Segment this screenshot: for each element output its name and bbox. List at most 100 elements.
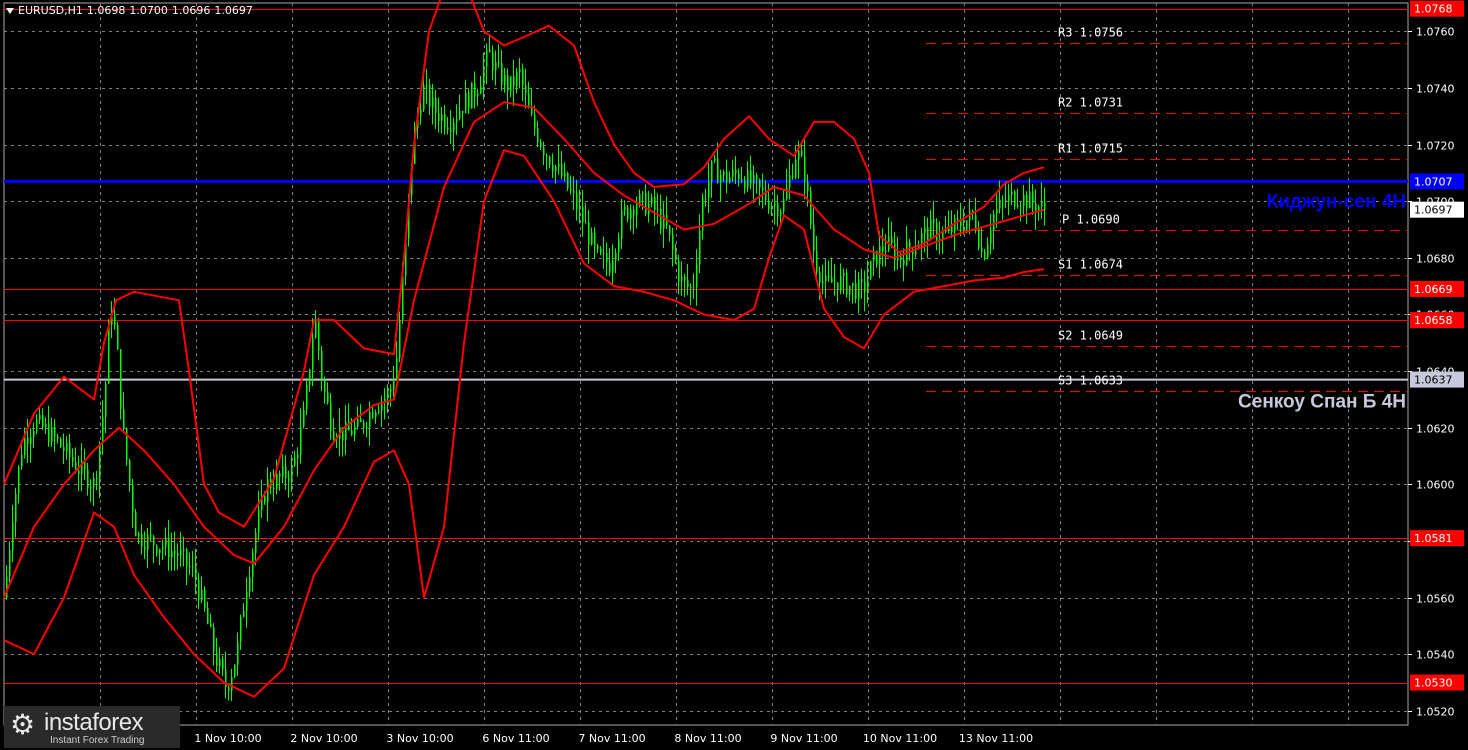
candle-body xyxy=(21,454,23,467)
candle-body xyxy=(255,532,257,553)
candle-body xyxy=(393,378,395,390)
candle-body xyxy=(801,150,803,156)
candle-body xyxy=(210,623,212,627)
candle-body xyxy=(579,207,581,210)
candle-body xyxy=(870,261,872,280)
candle-body xyxy=(480,85,482,94)
candle-body xyxy=(621,209,623,239)
candle-body xyxy=(924,227,926,234)
candle-body xyxy=(723,171,725,176)
candle-body xyxy=(921,233,923,245)
candle-body xyxy=(366,427,368,429)
candle-body xyxy=(741,179,743,181)
candle-body xyxy=(324,380,326,393)
candle-body xyxy=(102,417,104,444)
candle-body xyxy=(879,245,881,265)
candle-body xyxy=(576,192,578,210)
candle-body xyxy=(735,169,737,174)
candle-body xyxy=(156,545,158,554)
candle-body xyxy=(627,207,629,219)
candle-body xyxy=(174,550,176,554)
candle-body xyxy=(957,218,959,220)
candle-body xyxy=(675,249,677,261)
candle-body xyxy=(429,84,431,108)
candle-body xyxy=(984,251,986,259)
candle-body xyxy=(885,250,887,252)
candle-body xyxy=(633,209,635,216)
candle-body xyxy=(624,207,626,210)
time-label: 1 Nov 10:00 xyxy=(194,732,261,745)
candle-body xyxy=(1002,199,1004,201)
candle-body xyxy=(72,457,74,463)
candle-body xyxy=(927,227,929,241)
candle-body xyxy=(99,443,101,479)
candle-body xyxy=(714,158,716,161)
time-label: 9 Nov 11:00 xyxy=(770,732,837,745)
candle-body xyxy=(993,213,995,231)
candle-body xyxy=(561,163,563,177)
candle-body xyxy=(555,166,557,172)
candle-body xyxy=(114,315,116,325)
candle-body xyxy=(603,252,605,254)
candle-body xyxy=(1014,191,1016,207)
candle-body xyxy=(615,252,617,261)
candle-body xyxy=(816,251,818,272)
candle-body xyxy=(144,546,146,550)
candle-body xyxy=(516,72,518,87)
candle-body xyxy=(18,466,20,494)
candle-body xyxy=(327,392,329,403)
candle-body xyxy=(792,175,794,178)
candle-body xyxy=(807,181,809,192)
candle-body xyxy=(15,493,17,523)
kijun-label: Киджун-сен 4H xyxy=(1267,191,1406,212)
candle-body xyxy=(228,687,230,691)
candle-body xyxy=(78,470,80,475)
candle-body xyxy=(96,478,98,480)
candle-body xyxy=(588,222,590,245)
candle-body xyxy=(756,175,758,180)
candle-body xyxy=(882,245,884,252)
candle-body xyxy=(276,473,278,490)
gear-icon: ⚙ xyxy=(10,708,36,741)
candle-body xyxy=(606,253,608,263)
candle-body xyxy=(612,260,614,273)
candle-body xyxy=(537,128,539,143)
pivot-label: S3 1.0633 xyxy=(1058,374,1123,388)
candle-body xyxy=(1011,191,1013,195)
candle-body xyxy=(822,280,824,283)
candle-body xyxy=(306,384,308,411)
candle-body xyxy=(840,276,842,291)
candle-body xyxy=(930,218,932,241)
chevron-down-icon[interactable] xyxy=(6,8,14,14)
candle-body xyxy=(204,589,206,608)
candle-body xyxy=(951,225,953,233)
candle-body xyxy=(711,160,713,182)
candle-body xyxy=(789,175,791,188)
candle-body xyxy=(117,324,119,350)
candle-body xyxy=(654,196,656,210)
price-chart[interactable]: R3 1.0756 R2 1.0731 R1 1.0715 P 1.0690 S1 1.… xyxy=(0,0,1468,750)
sr-level-tag-label: 1.0768 xyxy=(1414,3,1453,16)
candle-body xyxy=(630,209,632,219)
candle-body xyxy=(849,285,851,295)
candle-body xyxy=(180,549,182,556)
time-label: 13 Nov 11:00 xyxy=(959,732,1033,745)
close-value: 1.0697 xyxy=(214,4,253,17)
candle-body xyxy=(570,188,572,191)
candle-body xyxy=(135,512,137,537)
chart-header[interactable]: EURUSD,H1 1.0698 1.0700 1.0696 1.0697 xyxy=(6,4,257,17)
candle-body xyxy=(795,159,797,178)
candle-body xyxy=(396,357,398,379)
candle-body xyxy=(831,277,833,283)
candle-body xyxy=(552,165,554,172)
candle-body xyxy=(441,113,443,122)
candle-body xyxy=(42,414,44,428)
candle-body xyxy=(705,198,707,200)
candle-body xyxy=(1017,206,1019,208)
candle-body xyxy=(747,170,749,189)
candle-body xyxy=(483,66,485,86)
candle-body xyxy=(60,438,62,447)
candle-body xyxy=(234,664,236,677)
candle-body xyxy=(945,230,947,232)
candle-body xyxy=(645,192,647,215)
